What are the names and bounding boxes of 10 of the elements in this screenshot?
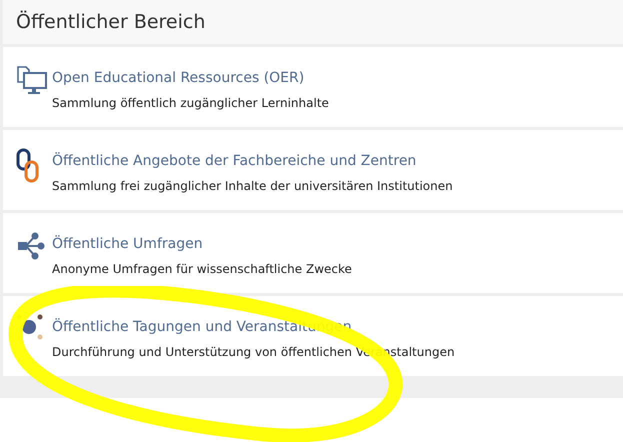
- item-link[interactable]: Open Educational Ressources (OER): [52, 69, 304, 87]
- documents-icon: [16, 65, 48, 97]
- item-link[interactable]: Öffentliche Umfragen: [52, 235, 203, 253]
- item-description: Anonyme Umfragen für wissenschaftliche Zwecke: [52, 261, 352, 277]
- share-icon: [16, 231, 46, 261]
- item-link[interactable]: Öffentliche Angebote der Fachbereiche und Zentren: [52, 152, 416, 170]
- item-description: Sammlung frei zugänglicher Inhalte der universitären Institutionen: [52, 178, 453, 194]
- chain-link-icon: [16, 148, 40, 184]
- panel-title: Öffentlicher Bereich: [16, 10, 206, 35]
- item-description: Sammlung öffentlich zugänglicher Lerninhalte: [52, 95, 329, 111]
